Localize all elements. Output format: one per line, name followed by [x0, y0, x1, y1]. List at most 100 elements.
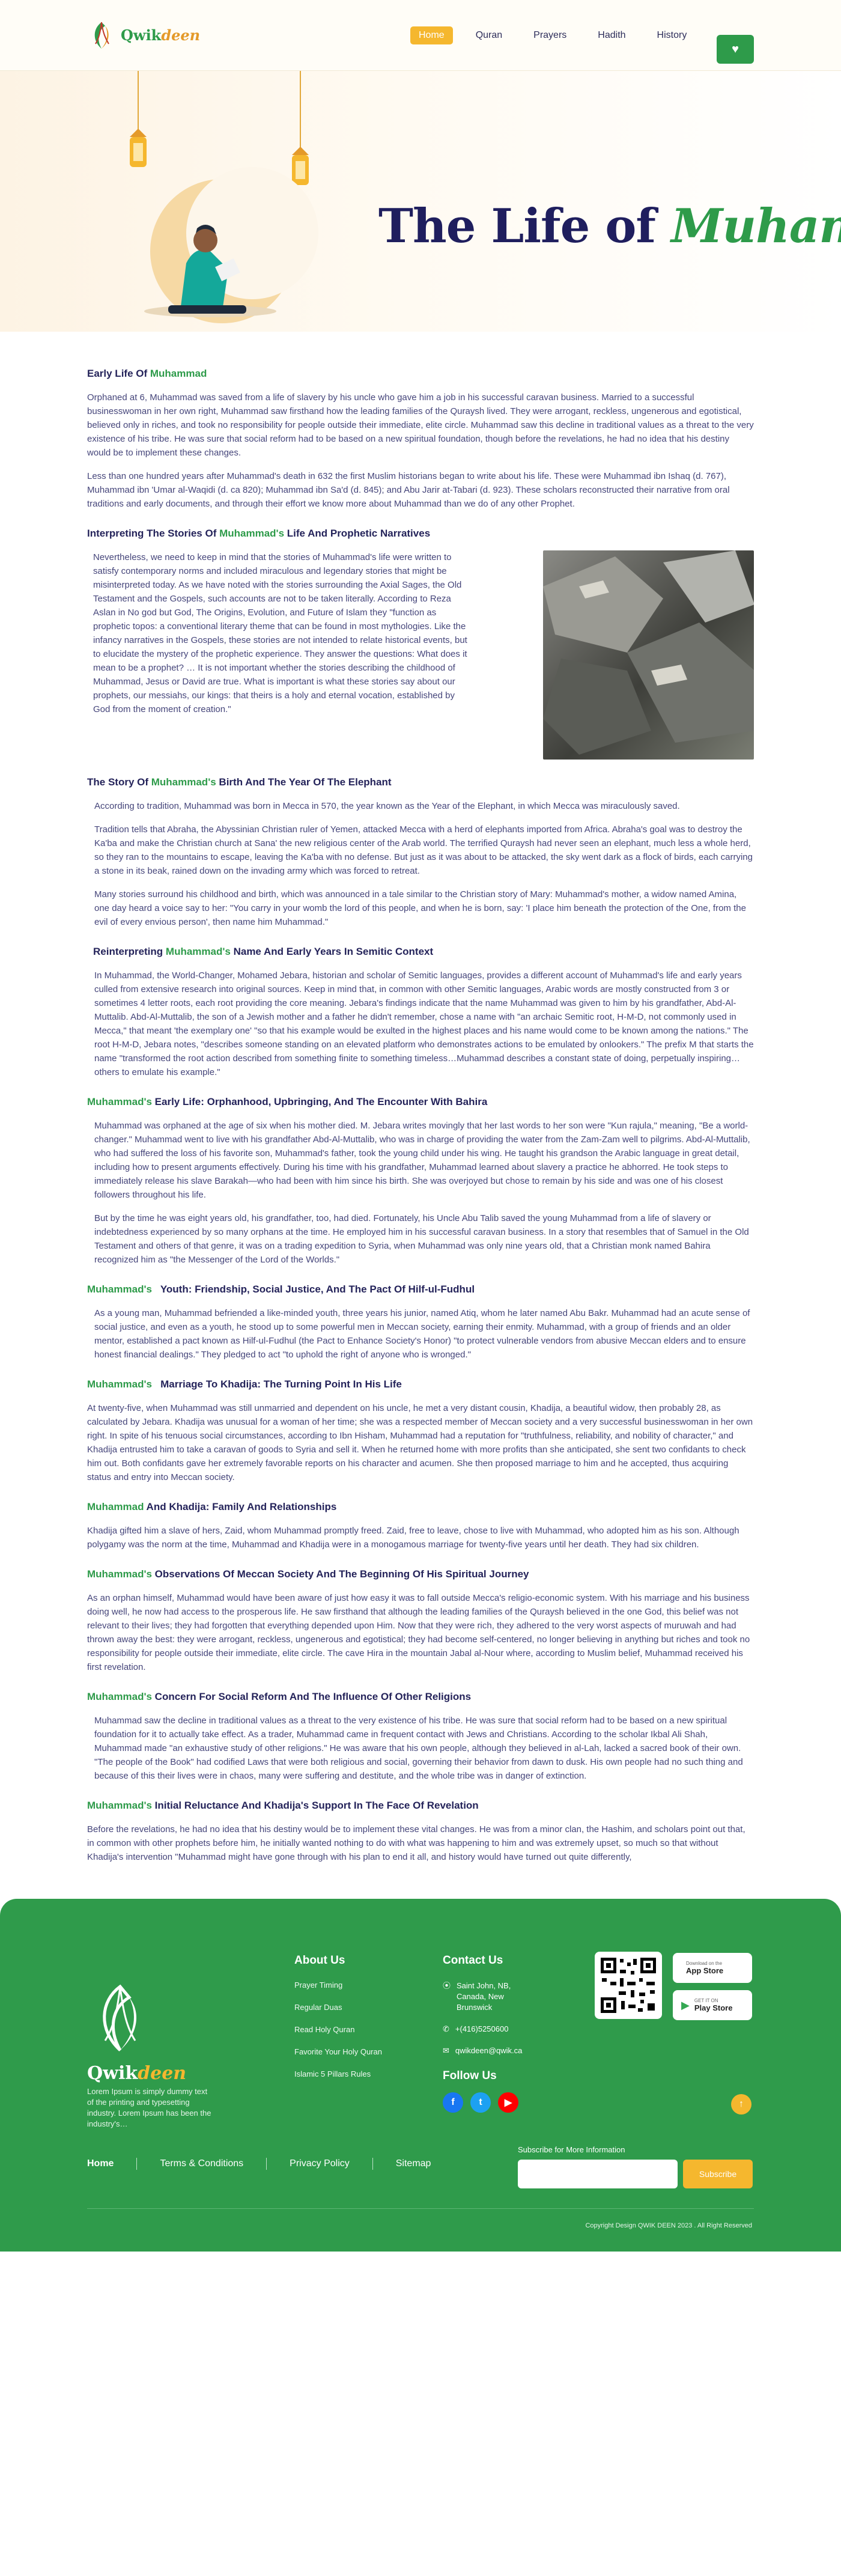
location-pin-icon: ⦿: [443, 1981, 451, 1990]
footer-link-read-quran[interactable]: Read Holy Quran: [294, 2025, 382, 2034]
nav-hadith[interactable]: Hadith: [589, 26, 634, 44]
section-heading: Muhammad's Early Life: Orphanhood, Upbri…: [87, 1096, 754, 1108]
footer-link-five-pillars[interactable]: Islamic 5 Pillars Rules: [294, 2069, 382, 2078]
heading-highlight: Muhammad's: [87, 1691, 152, 1702]
arrow-up-icon: ↑: [739, 2099, 744, 2109]
email-icon: ✉: [443, 2046, 449, 2055]
page-title: The Life of Muhammad: [378, 199, 841, 254]
phone-text: +(416)5250600: [455, 2024, 509, 2033]
nav-prayers[interactable]: Prayers: [525, 26, 575, 44]
section-heading: Muhammad's Marriage To Khadija: The Turn…: [87, 1378, 754, 1390]
paragraph: But by the time he was eight years old, …: [94, 1213, 749, 1265]
section-birth: The Story Of Muhammad's Birth And The Ye…: [87, 776, 754, 929]
paragraph: Many stories surround his childhood and …: [94, 889, 746, 927]
email-text: qwikdeen@qwik.ca: [455, 2046, 523, 2055]
logo-text-main: Qwik: [121, 26, 162, 44]
heading-text: Early Life: Orphanhood, Upbringing, And …: [151, 1096, 488, 1107]
subscribe-label: Subscribe for More Information: [518, 2145, 625, 2154]
divider: [136, 2158, 138, 2170]
divider: [372, 2158, 373, 2170]
heading-text: Birth And The Year Of The Elephant: [216, 776, 392, 788]
top-navbar: Qwikdeen Home Quran Prayers Hadith Histo…: [0, 0, 841, 71]
copyright-text: Copyright Design QWIK DEEN 2023 . All Ri…: [585, 2222, 752, 2229]
contact-us-title: Contact Us: [443, 1954, 503, 1967]
paragraph: Less than one hundred years after Muhamm…: [87, 471, 730, 509]
footer-link-prayer-timing[interactable]: Prayer Timing: [294, 1981, 382, 1990]
section-heading: Interpreting The Stories Of Muhammad's L…: [87, 528, 754, 540]
heading-text: Initial Reluctance And Khadija's Support…: [151, 1800, 479, 1811]
footer-logo-icon: [103, 1984, 137, 2051]
logo[interactable]: Qwikdeen: [87, 20, 219, 51]
app-store-caption: Download on the: [686, 1961, 723, 1966]
qr-code: [595, 1952, 662, 2019]
section-family: Muhammad And Khadija: Family And Relatio…: [87, 1501, 754, 1551]
heading-text: The Story Of: [87, 776, 151, 788]
heading-text: Life And Prophetic Narratives: [284, 528, 431, 539]
article-content: Early Life Of Muhammad Orphaned at 6, Mu…: [0, 332, 841, 1899]
subscribe-email-input[interactable]: [518, 2160, 678, 2188]
facebook-icon[interactable]: f: [443, 2092, 463, 2113]
section-reluctance: Muhammad's Initial Reluctance And Khadij…: [87, 1800, 754, 1864]
app-store-label: App Store: [686, 1966, 724, 1975]
footer-nav-home[interactable]: Home: [87, 2158, 114, 2169]
nav-history[interactable]: History: [649, 26, 696, 44]
lantern-right-icon: [292, 147, 309, 185]
youtube-icon[interactable]: ▶: [498, 2092, 518, 2113]
social-links: f t ▶: [443, 2092, 569, 2113]
section-heading: Reinterpreting Muhammad's Name And Early…: [87, 946, 754, 958]
paragraph: Muhammad was orphaned at the age of six …: [94, 1121, 750, 1200]
heading-text: Marriage To Khadija: The Turning Point I…: [151, 1378, 402, 1390]
section-heading: Muhammad's Observations Of Meccan Societ…: [87, 1568, 754, 1580]
section-heading: Muhammad And Khadija: Family And Relatio…: [87, 1501, 754, 1513]
logo-text-script: deen: [161, 26, 201, 44]
paragraph: At twenty-five, when Muhammad was still …: [87, 1403, 753, 1482]
nav-home[interactable]: Home: [410, 26, 453, 44]
contact-us-column: Contact Us ⦿ Saint John, NB, Canada, New…: [443, 1954, 569, 2113]
twitter-icon[interactable]: t: [470, 2092, 491, 2113]
paragraph: As a young man, Muhammad befriended a li…: [94, 1308, 750, 1360]
about-us-title: About Us: [294, 1954, 345, 1967]
paragraph: Muhammad saw the decline in traditional …: [94, 1716, 743, 1781]
section-heading: Muhammad's Youth: Friendship, Social Jus…: [87, 1283, 754, 1296]
page-title-highlight: Muhammad: [671, 199, 841, 254]
address-row: ⦿ Saint John, NB, Canada, New Brunswick: [443, 1981, 569, 2013]
crescent-moon-icon: [150, 167, 318, 323]
hero-illustration: [130, 71, 318, 323]
site-footer: Qwikdeen Lorem Ipsum is simply dummy tex…: [0, 1899, 841, 2252]
kaaba-stones-image: [542, 550, 754, 760]
subscribe-button[interactable]: Subscribe: [683, 2160, 753, 2188]
main-nav: Home Quran Prayers Hadith History: [410, 26, 695, 44]
follow-us-title: Follow Us: [443, 2069, 497, 2082]
paragraph: Tradition tells that Abraha, the Abyssin…: [94, 824, 753, 876]
play-store-button[interactable]: ▶ GET IT ON Play Store: [673, 1990, 752, 2020]
footer-nav-privacy[interactable]: Privacy Policy: [290, 2158, 350, 2169]
footer-nav-sitemap[interactable]: Sitemap: [396, 2158, 431, 2169]
heading-highlight: Muhammad's: [151, 776, 216, 788]
address-text: Saint John, NB, Canada, New Brunswick: [457, 1981, 511, 2012]
app-store-button[interactable]: Download on the App Store: [673, 1953, 752, 1983]
email-row[interactable]: ✉ qwikdeen@qwik.ca: [443, 2045, 569, 2056]
footer-link-regular-duas[interactable]: Regular Duas: [294, 2003, 382, 2012]
section-heading: Muhammad's Initial Reluctance And Khadij…: [87, 1800, 754, 1812]
section-interpreting-stories: Interpreting The Stories Of Muhammad's L…: [87, 528, 754, 760]
play-store-caption: GET IT ON: [694, 1998, 718, 2003]
heading-text: Early Life Of: [87, 368, 150, 379]
paragraph: In Muhammad, the World-Changer, Mohamed …: [94, 970, 754, 1077]
hero-banner: The Life of Muhammad: [0, 71, 841, 332]
paragraph: Nevertheless, we need to keep in mind th…: [93, 552, 467, 714]
scroll-to-top-button[interactable]: ↑: [731, 2094, 751, 2115]
phone-row[interactable]: ✆ +(416)5250600: [443, 2024, 569, 2035]
footer-logo[interactable]: Qwikdeen: [87, 1983, 186, 2084]
favorite-button[interactable]: ♥: [717, 35, 754, 64]
footer-bottom-nav: Home Terms & Conditions Privacy Policy S…: [87, 2158, 431, 2170]
heading-text: Reinterpreting: [93, 946, 166, 957]
play-store-label: Play Store: [694, 2003, 733, 2012]
footer-nav-terms[interactable]: Terms & Conditions: [160, 2158, 243, 2169]
heading-highlight: Muhammad's: [87, 1096, 152, 1107]
paragraph: According to tradition, Muhammad was bor…: [94, 801, 680, 811]
section-heading: Muhammad's Concern For Social Reform And…: [87, 1691, 754, 1703]
about-us-column: About Us Prayer Timing Regular Duas Read…: [294, 1954, 382, 2092]
footer-link-favorite-quran[interactable]: Favorite Your Holy Quran: [294, 2047, 382, 2056]
phone-icon: ✆: [443, 2024, 449, 2033]
nav-quran[interactable]: Quran: [467, 26, 511, 44]
